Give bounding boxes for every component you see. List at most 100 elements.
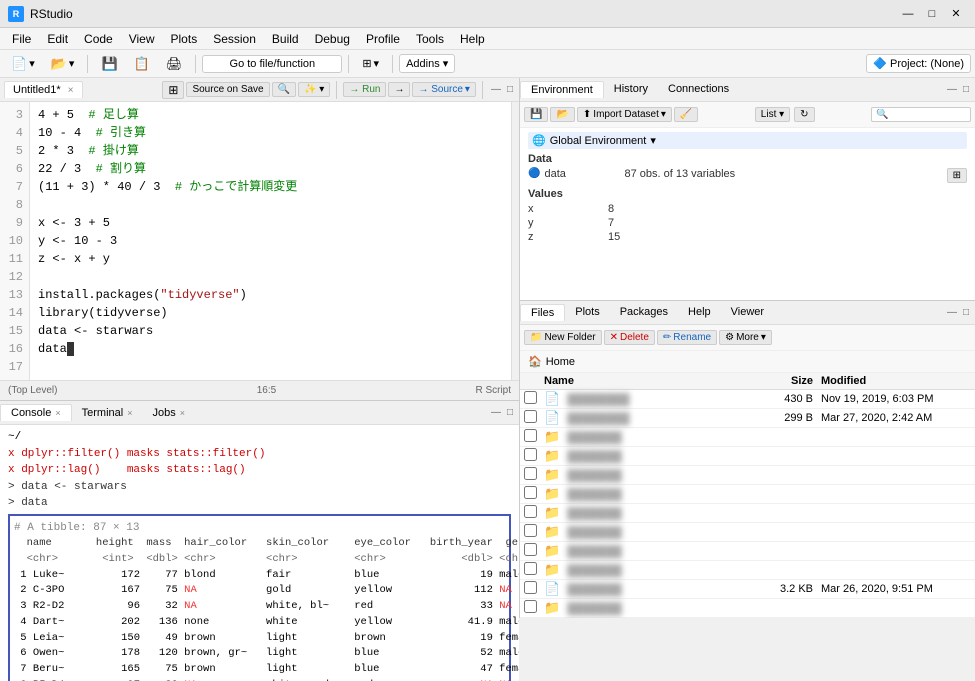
source-button[interactable]: → Source ▾ [412, 82, 476, 97]
menu-profile[interactable]: Profile [358, 30, 408, 48]
editor-scrollbar[interactable] [511, 102, 519, 380]
menu-session[interactable]: Session [205, 30, 264, 48]
file-row-7[interactable]: 📁 ███████ [520, 504, 975, 523]
tab-packages[interactable]: Packages [610, 304, 678, 321]
editor-icon-btn-1[interactable]: ⊞ [162, 81, 184, 99]
file-checkbox-4[interactable] [524, 448, 544, 464]
file-checkbox-12[interactable] [524, 600, 544, 616]
addins-button[interactable]: Addins ▾ [399, 54, 455, 73]
console-maximize-button[interactable]: □ [505, 407, 515, 418]
tab-jobs[interactable]: Jobs × [142, 404, 195, 421]
file-checkbox-1[interactable] [524, 391, 544, 407]
tab-history[interactable]: History [604, 81, 658, 98]
menu-code[interactable]: Code [76, 30, 121, 48]
editor-magic-button[interactable]: ✨ ▾ [298, 82, 330, 97]
grid-view-button[interactable]: ⊞▾ [355, 54, 386, 73]
file-row-5[interactable]: 📁 ███████ [520, 466, 975, 485]
minimize-window-button[interactable]: — [897, 4, 919, 24]
menu-tools[interactable]: Tools [408, 30, 452, 48]
folder-name-text-8: ███████ [567, 527, 622, 539]
run-button[interactable]: → Run [343, 82, 386, 97]
more-button[interactable]: ⚙ More ▾ [719, 330, 772, 345]
tab-console[interactable]: Console × [0, 404, 72, 421]
file-row-11[interactable]: 📄 ███████ 3.2 KB Mar 26, 2020, 9:51 PM [520, 580, 975, 599]
menu-edit[interactable]: Edit [39, 30, 76, 48]
delete-button[interactable]: ✕ Delete [604, 330, 655, 345]
tab-files[interactable]: Files [520, 304, 565, 321]
new-folder-button[interactable]: 📁 New Folder [524, 330, 602, 345]
open-file-button[interactable]: 📂▾ [44, 53, 82, 75]
menu-plots[interactable]: Plots [163, 30, 206, 48]
rename-button[interactable]: ✏ Rename [657, 330, 717, 345]
tab-viewer[interactable]: Viewer [721, 304, 774, 321]
env-minimize-button[interactable]: — [945, 84, 959, 95]
console-minimize-button[interactable]: — [489, 407, 503, 418]
console-content[interactable]: ~/ x dplyr::filter() masks stats::filter… [0, 425, 519, 681]
menu-debug[interactable]: Debug [307, 30, 358, 48]
file-checkbox-3[interactable] [524, 429, 544, 445]
file-row-6[interactable]: 📁 ███████ [520, 485, 975, 504]
global-env-selector[interactable]: 🌐 Global Environment ▾ [528, 132, 967, 149]
menu-build[interactable]: Build [264, 30, 307, 48]
file-checkbox-10[interactable] [524, 562, 544, 578]
path-home-label[interactable]: Home [546, 356, 575, 368]
editor-tab-untitled1[interactable]: Untitled1* × [4, 81, 83, 98]
history-tab-label: History [614, 83, 648, 95]
tab-terminal[interactable]: Terminal × [72, 404, 143, 421]
file-row-8[interactable]: 📁 ███████ [520, 523, 975, 542]
env-search-input[interactable] [871, 107, 971, 122]
tab-connections[interactable]: Connections [658, 81, 739, 98]
file-checkbox-11[interactable] [524, 581, 544, 597]
save-button[interactable]: 💾 [94, 53, 124, 75]
file-checkbox-9[interactable] [524, 543, 544, 559]
file-row-9[interactable]: 📁 ███████ [520, 542, 975, 561]
tab-help[interactable]: Help [678, 304, 721, 321]
jobs-tab-close[interactable]: × [180, 408, 185, 418]
env-refresh-button[interactable]: ↻ [794, 107, 814, 122]
data-row-2: 2 C-3PO 167 75 NA gold yellow 112 NA [14, 583, 505, 599]
file-checkbox-7[interactable] [524, 505, 544, 521]
editor-minimize-button[interactable]: — [489, 84, 503, 95]
console-pane: Console × Terminal × Jobs × — □ [0, 401, 519, 681]
file-row-4[interactable]: 📁 ███████ [520, 447, 975, 466]
run-next-button[interactable]: → [388, 82, 410, 97]
source-on-save-button[interactable]: Source on Save [186, 82, 269, 97]
menu-view[interactable]: View [121, 30, 163, 48]
terminal-tab-close[interactable]: × [127, 408, 132, 418]
file-row-3[interactable]: 📁 ███████ [520, 428, 975, 447]
editor-tab-close-icon[interactable]: × [68, 85, 74, 96]
file-row-10[interactable]: 📁 ███████ [520, 561, 975, 580]
env-maximize-button[interactable]: □ [961, 84, 971, 95]
menu-file[interactable]: File [4, 30, 39, 48]
editor-search-button[interactable]: 🔍 [272, 82, 296, 97]
new-file-button[interactable]: 📄▾ [4, 53, 42, 75]
file-row-2[interactable]: 📄 ████████ 299 B Mar 27, 2020, 2:42 AM [520, 409, 975, 428]
tab-environment[interactable]: Environment [520, 81, 604, 98]
editor-maximize-button[interactable]: □ [505, 84, 515, 95]
env-clear-button[interactable]: 🧹 [674, 107, 698, 122]
code-content[interactable]: 4 + 5 # 足し算 10 - 4 # 引き算 2 * 3 # 掛け算 22 … [30, 102, 511, 380]
save-all-button[interactable]: 📋 [127, 53, 157, 75]
files-maximize-button[interactable]: □ [961, 307, 971, 318]
file-checkbox-2[interactable] [524, 410, 544, 426]
env-list-button[interactable]: List ▾ [755, 107, 790, 122]
menu-help[interactable]: Help [452, 30, 493, 48]
file-row-12[interactable]: 📁 ███████ [520, 599, 975, 618]
view-data-button[interactable]: ⊞ [947, 168, 967, 183]
console-tab-close[interactable]: × [55, 408, 60, 418]
env-save-button[interactable]: 💾 [524, 107, 548, 122]
file-name-9: 📁 ███████ [544, 543, 751, 559]
env-load-button[interactable]: 📂 [550, 107, 574, 122]
folder-name-text-4: ███████ [567, 451, 622, 463]
files-minimize-button[interactable]: — [945, 307, 959, 318]
print-button[interactable]: 🖨 [159, 53, 190, 75]
close-window-button[interactable]: ✕ [945, 4, 967, 24]
import-dataset-button[interactable]: ⬆ Import Dataset ▾ [577, 107, 672, 122]
tab-plots[interactable]: Plots [565, 304, 609, 321]
file-checkbox-8[interactable] [524, 524, 544, 540]
maximize-window-button[interactable]: □ [921, 4, 943, 24]
file-checkbox-6[interactable] [524, 486, 544, 502]
file-checkbox-5[interactable] [524, 467, 544, 483]
go-to-function-input[interactable]: Go to file/function [202, 55, 342, 73]
file-row-1[interactable]: 📄 ████████ 430 B Nov 19, 2019, 6:03 PM [520, 390, 975, 409]
